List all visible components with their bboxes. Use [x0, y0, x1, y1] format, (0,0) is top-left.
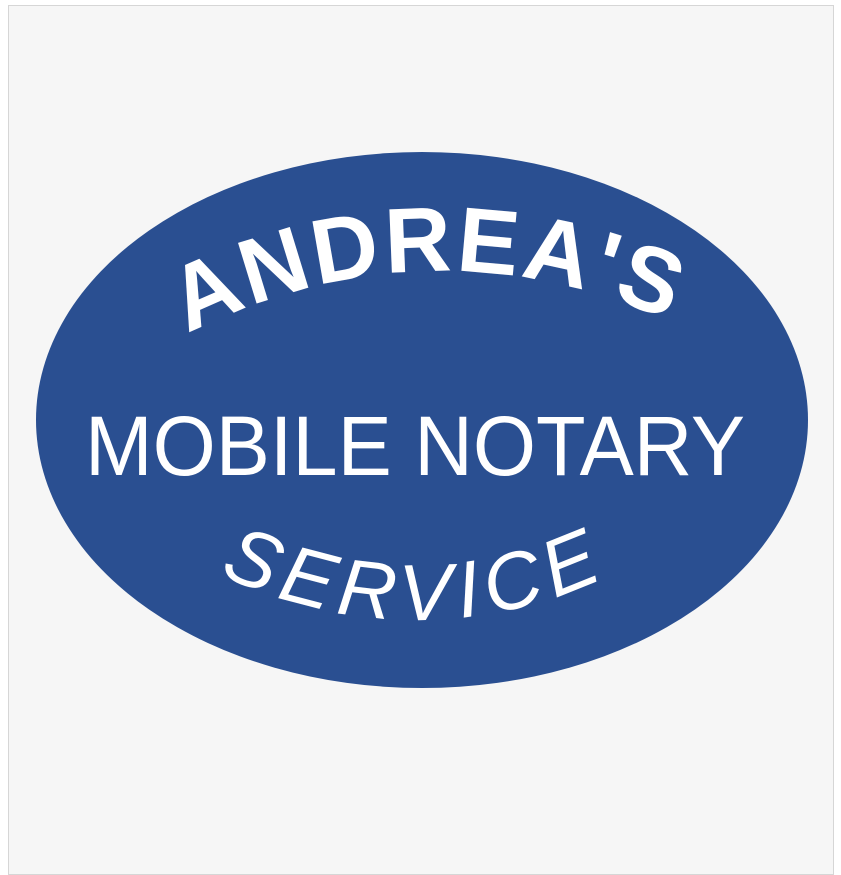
- logo-subtitle-mobile-notary: MOBILE NOTARY: [85, 399, 745, 493]
- notary-logo: ANDREA'S MOBILE NOTARY SERVICE: [36, 152, 808, 688]
